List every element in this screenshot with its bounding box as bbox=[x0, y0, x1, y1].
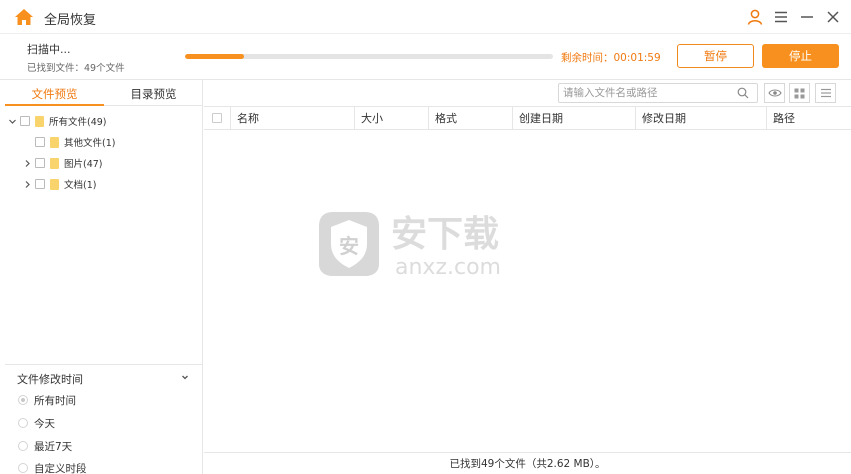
column-format[interactable]: 格式 bbox=[428, 107, 512, 130]
list-icon bbox=[820, 88, 831, 98]
tree-node-other-files[interactable]: 其他文件(1) bbox=[35, 134, 115, 150]
list-toolbar bbox=[204, 80, 851, 107]
column-modified-date[interactable]: 修改日期 bbox=[635, 107, 766, 130]
folder-icon bbox=[50, 178, 59, 190]
radio-label: 今天 bbox=[34, 417, 55, 430]
anxz-watermark: 安 安下载 anxz.com bbox=[319, 212, 501, 280]
radio-button[interactable] bbox=[18, 418, 28, 428]
scan-title: 扫描中... bbox=[27, 43, 71, 56]
found-count: 已找到文件：49个文件 bbox=[27, 63, 125, 74]
select-all-checkbox[interactable] bbox=[212, 113, 222, 123]
file-list-area: 名称 大小 格式 创建日期 修改日期 路径 安 安下载 anxz.com 已找到… bbox=[204, 80, 851, 474]
tree-checkbox[interactable] bbox=[35, 137, 45, 147]
watermark-domain: anxz.com bbox=[395, 255, 501, 280]
scan-status-bar: 扫描中... 已找到文件：49个文件 剩余时间：00:01:59 暂停 停止 bbox=[0, 34, 851, 80]
watermark-text: 安下载 bbox=[391, 214, 499, 255]
stop-button[interactable]: 停止 bbox=[762, 44, 839, 68]
tree-node-label: 所有文件(49) bbox=[49, 117, 107, 128]
pause-button[interactable]: 暂停 bbox=[677, 44, 754, 68]
chevron-right-icon[interactable] bbox=[23, 180, 32, 189]
status-bar: 已找到49个文件（共2.62 MB）。 bbox=[204, 452, 851, 474]
radio-label: 所有时间 bbox=[34, 394, 76, 407]
radio-all-time[interactable]: 所有时间 bbox=[18, 393, 76, 407]
modified-time-filter: 文件修改时间 所有时间 今天 最近7天 自定义时段 bbox=[5, 364, 203, 474]
preview-tabs: 文件预览 目录预览 bbox=[5, 84, 203, 106]
grid-view-button[interactable] bbox=[789, 83, 810, 103]
remaining-time: 剩余时间：00:01:59 bbox=[561, 52, 661, 64]
home-icon[interactable] bbox=[14, 8, 34, 26]
chevron-down-icon[interactable] bbox=[8, 117, 17, 126]
folder-icon bbox=[50, 157, 59, 169]
tree-node-documents[interactable]: 文档(1) bbox=[23, 176, 96, 192]
list-view-button[interactable] bbox=[815, 83, 836, 103]
tree-node-images[interactable]: 图片(47) bbox=[23, 155, 103, 171]
close-icon[interactable] bbox=[824, 8, 842, 26]
column-path[interactable]: 路径 bbox=[766, 107, 851, 130]
tab-file-preview[interactable]: 文件预览 bbox=[5, 84, 104, 106]
column-size[interactable]: 大小 bbox=[354, 107, 428, 130]
column-name[interactable]: 名称 bbox=[230, 107, 354, 130]
scan-progress-bar bbox=[185, 54, 553, 59]
eye-icon bbox=[767, 89, 782, 97]
chevron-right-icon[interactable] bbox=[23, 159, 32, 168]
radio-today[interactable]: 今天 bbox=[18, 416, 55, 430]
tree-checkbox[interactable] bbox=[35, 179, 45, 189]
tree-checkbox[interactable] bbox=[35, 158, 45, 168]
grid-icon bbox=[794, 88, 805, 98]
radio-last-7-days[interactable]: 最近7天 bbox=[18, 439, 72, 453]
left-panel: 文件预览 目录预览 所有文件(49) 其他文件(1) 图片(47) 文档(1) … bbox=[5, 80, 203, 474]
tree-checkbox[interactable] bbox=[20, 116, 30, 126]
tab-directory-preview[interactable]: 目录预览 bbox=[104, 84, 203, 106]
table-header: 名称 大小 格式 创建日期 修改日期 路径 bbox=[204, 107, 851, 130]
radio-button[interactable] bbox=[18, 441, 28, 451]
radio-label: 最近7天 bbox=[34, 440, 73, 453]
filter-title: 文件修改时间 bbox=[17, 373, 83, 386]
folder-icon bbox=[35, 115, 44, 127]
user-icon[interactable] bbox=[746, 8, 764, 26]
tree-node-all-files[interactable]: 所有文件(49) bbox=[8, 113, 107, 129]
search-input[interactable] bbox=[558, 83, 758, 103]
minimize-icon[interactable] bbox=[798, 8, 816, 26]
scan-progress-fill bbox=[185, 54, 244, 59]
tree-node-label: 图片(47) bbox=[64, 159, 103, 170]
folder-icon bbox=[50, 136, 59, 148]
window-title: 全局恢复 bbox=[44, 13, 97, 28]
tree-node-label: 其他文件(1) bbox=[64, 138, 116, 149]
radio-button[interactable] bbox=[18, 395, 28, 405]
radio-button[interactable] bbox=[18, 463, 28, 473]
search-icon[interactable] bbox=[737, 87, 749, 99]
radio-custom-range[interactable]: 自定义时段 bbox=[18, 461, 87, 474]
column-created-date[interactable]: 创建日期 bbox=[512, 107, 635, 130]
chevron-down-icon[interactable] bbox=[180, 372, 190, 382]
title-bar: 全局恢复 bbox=[0, 0, 851, 34]
preview-view-button[interactable] bbox=[764, 83, 785, 103]
radio-label: 自定义时段 bbox=[34, 462, 87, 474]
tree-node-label: 文档(1) bbox=[64, 180, 97, 191]
watermark-badge: 安 bbox=[339, 234, 359, 258]
menu-icon[interactable] bbox=[772, 8, 790, 26]
